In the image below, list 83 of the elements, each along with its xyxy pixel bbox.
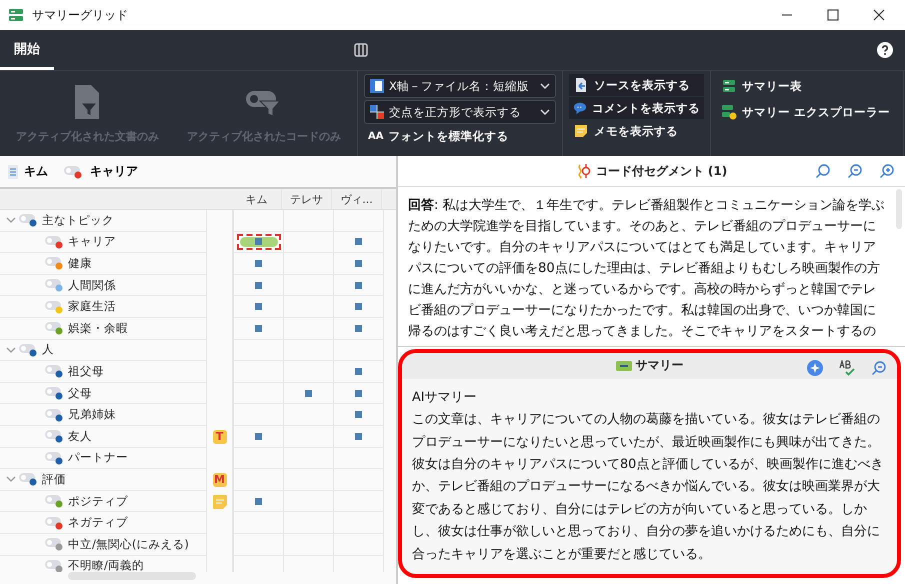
code-label[interactable]: 主なトピック bbox=[42, 212, 114, 228]
help-icon[interactable] bbox=[877, 42, 893, 58]
sparkle-icon[interactable] bbox=[807, 360, 823, 376]
matrix-cell[interactable] bbox=[334, 232, 384, 254]
code-label[interactable]: 父母 bbox=[68, 386, 92, 401]
close-icon[interactable] bbox=[873, 9, 885, 21]
matrix-cell[interactable] bbox=[334, 404, 384, 426]
dropdown[interactable]: 交点を正方形で表示する bbox=[364, 100, 556, 124]
zoom-out-icon[interactable] bbox=[871, 360, 887, 376]
code-label[interactable]: 中立/無関心(にみえる) bbox=[68, 536, 189, 552]
matrix-cell[interactable] bbox=[334, 318, 384, 340]
code-label[interactable]: キャリア bbox=[68, 234, 116, 250]
code-label[interactable]: 不明瞭/両義的 bbox=[68, 558, 144, 572]
matrix-cell[interactable] bbox=[234, 426, 284, 448]
summary-text: この文章は、キャリアについての人物の葛藤を描いている。彼女はテレビ番組のプロデューサーになりたいと思っていたが、最近映画製作にも興味が出てきた。彼女は自分のキャリアパスについて80点と評価しているが、映画製作に進むべきか、テレビ番組のプロデューサーになるべきか悩んでいる。彼女は映画業界が大変であると感じており、自分にはテレビの方が向いていると思っている。しかし、彼女は仕事が欲しいと思っており、自分の夢を追いかけるためにも、自分に合ったキャリアを選ぶことが重要だと感じている。 bbox=[412, 411, 884, 564]
matrix-cell[interactable] bbox=[334, 426, 384, 448]
zoom-out-icon[interactable] bbox=[847, 163, 863, 179]
matrix-cell[interactable] bbox=[234, 318, 284, 340]
matrix-cell[interactable] bbox=[334, 361, 384, 383]
matrix-cell[interactable] bbox=[284, 382, 334, 404]
app-icon bbox=[8, 7, 24, 23]
code-label[interactable]: ネガティブ bbox=[68, 515, 128, 530]
toggle-button[interactable]: メモを表示する bbox=[569, 120, 704, 142]
matrix-cell[interactable] bbox=[234, 253, 284, 275]
summary-heading: AIサマリー bbox=[412, 388, 478, 407]
matrix-cell[interactable] bbox=[234, 490, 284, 512]
column-header[interactable]: キム bbox=[232, 189, 282, 209]
code-label[interactable]: 評価 bbox=[42, 472, 66, 487]
code-label[interactable]: 家庭生活 bbox=[68, 299, 116, 314]
code-label[interactable]: 健康 bbox=[68, 256, 92, 271]
chevron-down-icon bbox=[540, 109, 550, 115]
pane-title: サマリー bbox=[636, 357, 684, 374]
memo-icon bbox=[573, 123, 589, 139]
code-label[interactable]: 人間関係 bbox=[68, 278, 116, 293]
zoom-in-icon[interactable] bbox=[879, 163, 895, 179]
chevron-icon[interactable] bbox=[6, 344, 16, 355]
normalize-font-button[interactable]: AA フォントを標準化する bbox=[364, 126, 556, 147]
explorer-icon bbox=[721, 104, 737, 120]
search-icon[interactable] bbox=[815, 163, 831, 179]
matrix-cell[interactable] bbox=[334, 274, 384, 296]
comment-icon bbox=[573, 100, 587, 116]
toggle-button[interactable]: ソースを表示する bbox=[569, 74, 704, 96]
table-icon bbox=[721, 78, 737, 94]
window-icon bbox=[370, 79, 384, 93]
matrix-cell[interactable] bbox=[234, 274, 284, 296]
scrollbar-thumb[interactable] bbox=[68, 572, 196, 580]
summary-icon bbox=[616, 360, 632, 371]
column-header[interactable]: テレサ bbox=[282, 189, 332, 209]
matrix-cell[interactable] bbox=[334, 253, 384, 275]
summary-button[interactable]: サマリー エクスプローラー bbox=[717, 101, 897, 123]
selection-label: キャリア bbox=[90, 163, 138, 180]
spellcheck-icon[interactable] bbox=[839, 360, 855, 376]
code-label[interactable]: 兄弟姉妹 bbox=[68, 407, 116, 422]
code-label[interactable]: 人 bbox=[42, 342, 54, 358]
code-label[interactable]: 友人 bbox=[68, 428, 92, 444]
code-label[interactable]: 祖父母 bbox=[68, 364, 104, 379]
chevron-down-icon bbox=[540, 83, 550, 89]
document-icon bbox=[8, 164, 18, 178]
matrix-cell[interactable] bbox=[234, 296, 284, 318]
dropdown-value: 交点を正方形で表示する bbox=[389, 104, 522, 120]
grid-icon[interactable] bbox=[354, 43, 368, 57]
matrix-cell[interactable] bbox=[334, 296, 384, 318]
pane-title: コード付セグメント (1) bbox=[596, 162, 728, 180]
chevron-icon[interactable] bbox=[6, 474, 16, 484]
document-arrow-icon bbox=[573, 77, 589, 93]
memo-icon[interactable] bbox=[212, 494, 226, 509]
toggle-button[interactable]: コメントを表示する bbox=[569, 97, 704, 119]
code-label[interactable]: 娯楽・余暇 bbox=[68, 320, 128, 336]
code-label[interactable]: パートナー bbox=[68, 450, 128, 466]
summary-button[interactable]: サマリー表 bbox=[717, 75, 897, 97]
matrix-cell[interactable] bbox=[234, 232, 284, 254]
column-header[interactable]: ヴィ... bbox=[332, 189, 382, 209]
window-title: サマリーグリッド bbox=[32, 6, 128, 24]
dropdown-value: X軸－ファイル名：短縮版 bbox=[389, 78, 530, 94]
matrix-cell[interactable] bbox=[334, 382, 384, 404]
code-label[interactable]: ポジティブ bbox=[68, 494, 128, 509]
chevron-icon[interactable] bbox=[6, 215, 16, 226]
segment-icon bbox=[576, 163, 592, 179]
dropdown[interactable]: X軸－ファイル名：短縮版 bbox=[364, 74, 556, 98]
squares-icon bbox=[370, 105, 384, 119]
segment-text: 回答: 私は大学生で、１年生です。テレビ番組製作とコミュニケーション論を学ぶための大学院進学を目指しています。そのあと、テレビ番組のプロデューサーになりたいです。自分のキャリアパスについてはとても満足しています。キャリアパスについての評価を80点にした理由は、テレビ番組よりもむしろ映画製作の方に進んだ方がいいかな、と迷っているからです。高校の時からずっと韓国でテレビ番組のプロデューサーになりたかったです。私は韓国の出身で、いつか韓国に帰るのはすごく良い考えだと思ってきました。そこでキャリアをスタートするの bbox=[407, 197, 886, 341]
selection-label: キム bbox=[24, 163, 48, 180]
maximize-icon[interactable] bbox=[827, 9, 839, 21]
